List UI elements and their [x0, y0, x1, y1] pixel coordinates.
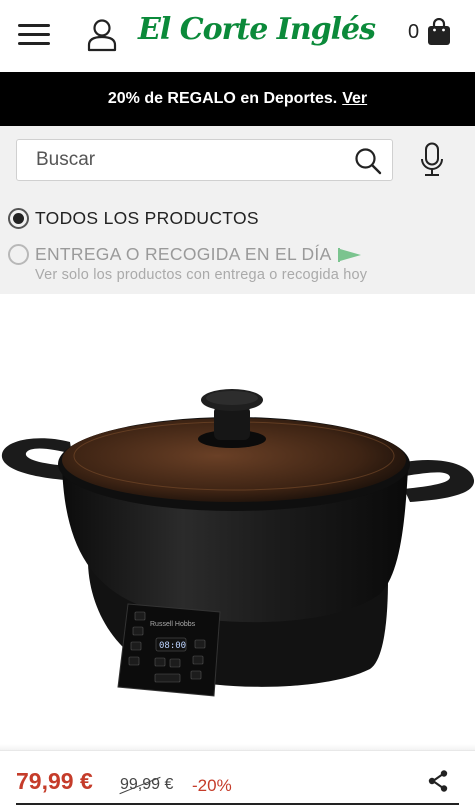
slow-cooker-illustration: 08:00 Russell Hobbs	[1, 389, 475, 697]
brand-logo[interactable]: El Corte Inglés	[138, 12, 376, 47]
search-input[interactable]	[17, 140, 337, 180]
shopping-bag-icon	[428, 18, 451, 45]
filter-area: TODOS LOS PRODUCTOS ENTREGA O RECOGIDA E…	[0, 126, 475, 294]
filter-same-day-label: ENTREGA O RECOGIDA EN EL DÍA	[35, 244, 332, 264]
device-brand-label: Russell Hobbs	[150, 621, 196, 628]
share-icon[interactable]	[426, 769, 450, 793]
cart-count: 0	[408, 20, 420, 43]
display-readout: 08:00	[159, 641, 186, 651]
current-price: 79,99 €	[16, 768, 93, 794]
promo-link[interactable]: Ver	[342, 90, 367, 108]
price-bar: 79,99 € 99,99 € -20%	[0, 750, 475, 805]
filter-same-day-description: Ver solo los productos con entrega o rec…	[35, 267, 368, 283]
search-icon[interactable]	[354, 147, 382, 175]
promo-text: 20% de REGALO en Deportes.	[107, 90, 338, 107]
filter-same-day[interactable]: ENTREGA O RECOGIDA EN EL DÍA	[8, 244, 362, 265]
discount-badge: -20%	[192, 776, 232, 795]
filter-all-products[interactable]: TODOS LOS PRODUCTOS	[8, 208, 259, 229]
original-price: 99,99 €	[120, 776, 174, 793]
radio-selected-icon	[8, 208, 29, 229]
product-image[interactable]: 08:00 Russell Hobbs	[0, 294, 475, 749]
microphone-icon[interactable]	[420, 142, 444, 178]
filter-all-products-label: TODOS LOS PRODUCTOS	[35, 208, 259, 228]
radio-unselected-icon	[8, 244, 29, 265]
cart-button[interactable]: 0	[408, 18, 451, 46]
header: El Corte Inglés 0	[0, 0, 475, 72]
user-icon[interactable]	[86, 18, 118, 52]
promo-banner: 20% de REGALO en Deportes. Ver	[0, 72, 475, 126]
menu-icon[interactable]	[18, 22, 50, 48]
search-box	[16, 139, 393, 181]
flag-icon	[337, 247, 361, 262]
